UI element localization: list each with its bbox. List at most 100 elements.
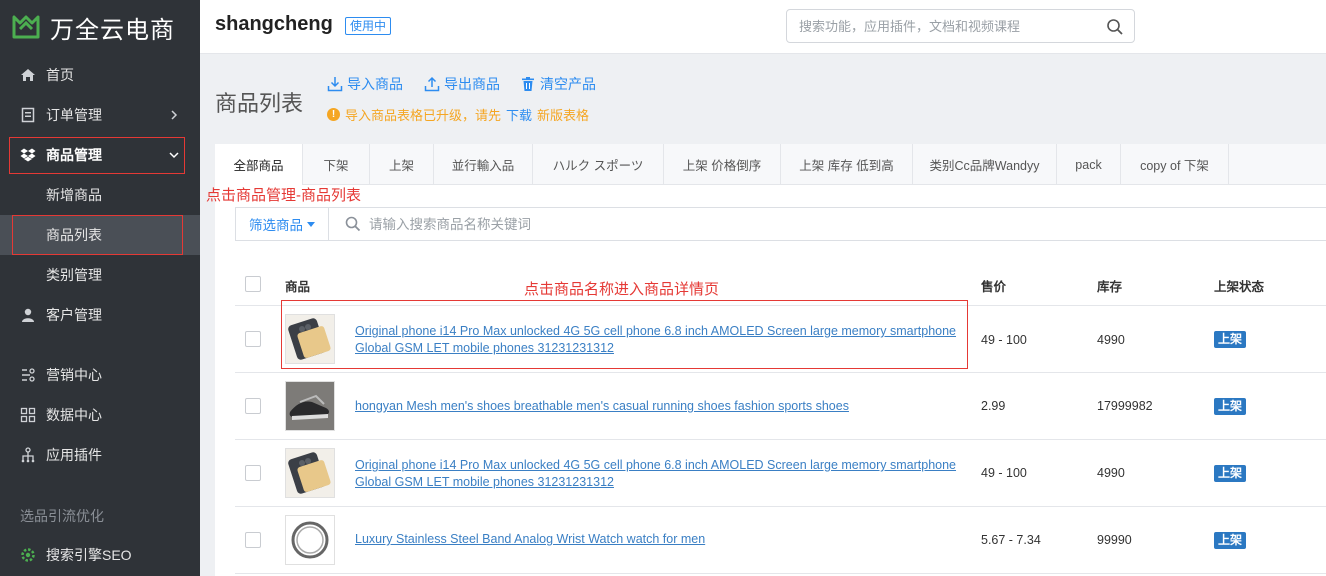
import-products-button[interactable]: 导入商品 [327, 74, 403, 94]
sidebar-item-home[interactable]: 首页 [0, 55, 200, 95]
select-all-checkbox[interactable] [245, 276, 261, 292]
filter-products-dropdown[interactable]: 筛选商品 [236, 208, 329, 240]
sidebar-item-label: 首页 [46, 67, 74, 83]
sidebar-subitem-new-product[interactable]: 新增商品 [0, 175, 200, 215]
table-row: Luxury Stainless Steel Band Analog Wrist… [235, 507, 1326, 574]
info-icon: ! [327, 108, 340, 121]
sidebar-item-orders[interactable]: 订单管理 [0, 95, 200, 135]
product-search [329, 208, 1326, 240]
status-badge[interactable]: 上架 [1214, 532, 1247, 549]
table-row: Original phone i14 Pro Max unlocked 4G 5… [235, 440, 1326, 507]
sidebar-subitem-category[interactable]: 类别管理 [0, 255, 200, 295]
product-name-link[interactable]: Luxury Stainless Steel Band Analog Wrist… [355, 531, 965, 548]
status-badge[interactable]: 上架 [1214, 331, 1247, 348]
product-thumbnail-phone[interactable] [285, 314, 335, 364]
import-products-label: 导入商品 [347, 76, 403, 92]
sidebar-item-products[interactable]: 商品管理 [0, 135, 200, 175]
column-header-stock: 库存 [1097, 280, 1123, 294]
sidebar-item-label: 商品列表 [46, 227, 102, 243]
table-header: 商品 售价 库存 上架状态 [235, 262, 1326, 306]
user-icon [20, 307, 36, 323]
caret-down-icon [307, 221, 315, 227]
watch-image [286, 516, 334, 564]
brand-name: 万全云电商 [50, 15, 175, 44]
notice-suffix: 新版表格 [537, 108, 590, 123]
product-name-link[interactable]: hongyan Mesh men's shoes breathable men'… [355, 398, 965, 415]
row-checkbox[interactable] [245, 532, 261, 548]
sidebar-item-label: 营销中心 [46, 367, 102, 383]
store-name: shangcheng [215, 13, 333, 35]
tab-hulk-sports[interactable]: ハルク スポーツ [533, 144, 664, 185]
table-row: Original phone i14 Pro Max unlocked 4G 5… [235, 306, 1326, 373]
trash-icon [522, 77, 534, 91]
sidebar-item-seo[interactable]: 搜索引擎SEO [0, 535, 200, 575]
phone-image [286, 449, 334, 497]
sidebar-item-label: 新增商品 [46, 187, 102, 203]
upgrade-notice: ! 导入商品表格已升级，请先 下载 新版表格 [327, 105, 589, 124]
tab-listed[interactable]: 上架 [370, 144, 434, 185]
store-status-badge: 使用中 [345, 17, 392, 35]
product-price: 49 - 100 [981, 333, 1027, 347]
brand-logo[interactable]: 万全云电商 [0, 0, 200, 54]
row-checkbox[interactable] [245, 465, 261, 481]
download-template-link[interactable]: 下载 [506, 105, 532, 124]
tab-listed-stock-asc[interactable]: 上架 库存 低到高 [781, 144, 913, 185]
phone-image [286, 315, 334, 363]
clear-products-button[interactable]: 清空产品 [520, 74, 596, 94]
sidebar-item-label: 应用插件 [46, 447, 102, 463]
table-row: hongyan Mesh men's shoes breathable men'… [235, 373, 1326, 440]
tab-parallel-import[interactable]: 並行輸入品 [434, 144, 533, 185]
product-search-input[interactable] [369, 208, 1269, 240]
tab-copy-of-delisted[interactable]: copy of 下架 [1121, 144, 1229, 185]
chevron-down-icon [166, 147, 182, 163]
sidebar-section-label: 选品引流优化 [20, 508, 104, 524]
sidebar-item-label: 类别管理 [46, 267, 102, 283]
row-checkbox[interactable] [245, 398, 261, 414]
export-products-label: 导出商品 [444, 76, 500, 92]
shoe-image [286, 382, 334, 430]
product-thumbnail-shoe[interactable] [285, 381, 335, 431]
product-stock: 17999982 [1097, 399, 1153, 413]
sidebar-subitem-product-list[interactable]: 商品列表 [0, 215, 200, 255]
sidebar-item-label: 数据中心 [46, 407, 102, 423]
tab-all-products[interactable]: 全部商品 [215, 144, 303, 185]
home-icon [20, 67, 36, 83]
product-name-link[interactable]: Original phone i14 Pro Max unlocked 4G 5… [355, 457, 965, 491]
sidebar-item-data[interactable]: 数据中心 [0, 395, 200, 435]
download-icon [327, 77, 343, 92]
notice-prefix: 导入商品表格已升级，请先 [345, 108, 502, 123]
tab-pack[interactable]: pack [1057, 144, 1121, 185]
global-search-input[interactable] [787, 10, 1087, 42]
filter-products-label: 筛选商品 [249, 218, 303, 233]
chevron-right-icon [166, 107, 182, 123]
column-header-price: 售价 [981, 280, 1007, 294]
tab-category-brand[interactable]: 类别Cc品牌Wandyy [913, 144, 1057, 185]
sidebar-item-plugins[interactable]: 应用插件 [0, 435, 200, 475]
filter-bar: 筛选商品 [235, 207, 1326, 241]
sidebar-item-customers[interactable]: 客户管理 [0, 295, 200, 335]
view-tabs: 全部商品 下架 上架 並行輸入品 ハルク スポーツ 上架 价格倒序 上架 库存 … [215, 144, 1326, 185]
product-name-link[interactable]: Original phone i14 Pro Max unlocked 4G 5… [355, 323, 965, 357]
status-badge[interactable]: 上架 [1214, 398, 1247, 415]
order-icon [20, 107, 36, 123]
annotation-detail-hint: 点击商品名称进入商品详情页 [524, 281, 720, 298]
product-thumbnail-watch[interactable] [285, 515, 335, 565]
status-badge[interactable]: 上架 [1214, 465, 1247, 482]
sidebar-item-marketing[interactable]: 营销中心 [0, 355, 200, 395]
product-stock: 4990 [1097, 333, 1125, 347]
search-icon [345, 216, 361, 232]
product-price: 2.99 [981, 399, 1006, 413]
tab-listed-price-desc[interactable]: 上架 价格倒序 [664, 144, 781, 185]
export-products-button[interactable]: 导出商品 [424, 74, 500, 94]
global-search [786, 9, 1135, 43]
search-icon[interactable] [1106, 18, 1124, 36]
column-header-product: 商品 [285, 280, 311, 294]
sidebar: 万全云电商 首页 订单管理 商品管理 新增商品 商品列表 类别管理 客户管理 营… [0, 0, 200, 576]
data-icon [20, 407, 36, 423]
product-stock: 4990 [1097, 466, 1125, 480]
tab-delisted[interactable]: 下架 [303, 144, 370, 185]
row-checkbox[interactable] [245, 331, 261, 347]
gear-icon [20, 547, 36, 563]
product-thumbnail-phone[interactable] [285, 448, 335, 498]
page-title: 商品列表 [215, 91, 304, 116]
